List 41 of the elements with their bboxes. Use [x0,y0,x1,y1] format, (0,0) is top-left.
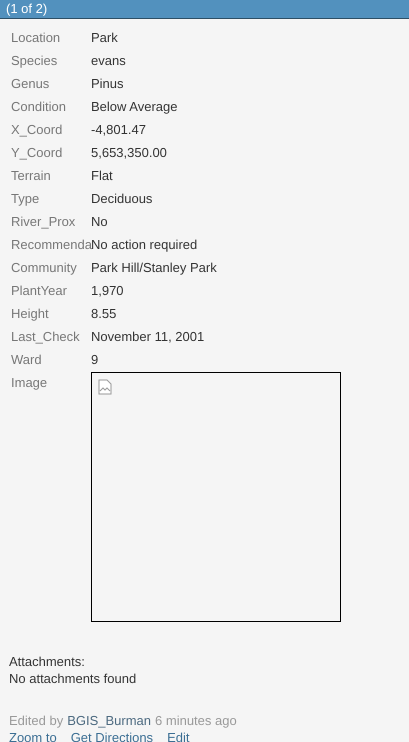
field-value: 8.55 [91,305,116,323]
field-label: Genus [10,75,50,93]
field-label: Ward [10,351,43,369]
field-label: Species [10,52,58,70]
record-count: (1 of 2) [6,0,48,18]
field-label: Recommenda [10,236,91,254]
field-value: Deciduous [91,190,152,208]
field-label: Community [10,259,78,277]
broken-image-icon [98,379,112,395]
field-value: No [91,213,108,231]
edited-time: 6 minutes ago [155,712,237,729]
field-label: Height [10,305,50,323]
field-label: Condition [10,98,67,116]
action-link[interactable]: Zoom to [9,729,57,742]
field-label: Image [10,374,48,392]
action-link[interactable]: Get Directions [70,729,154,742]
attachments-message: No attachments found [9,670,138,687]
action-link[interactable]: Edit [167,729,190,742]
field-value: -4,801.47 [91,121,146,139]
field-value: Park [91,29,118,47]
editor-name: BGIS_Burman [67,712,152,729]
field-label: River_Prox [10,213,76,231]
field-label: Last_Check [10,328,81,346]
field-value: 5,653,350.00 [91,144,167,162]
field-label: Location [10,29,62,47]
field-value: November 11, 2001 [91,328,204,346]
field-label: Terrain [10,167,52,185]
edited-by-text: Edited by [9,712,64,729]
attachments-title: Attachments: [9,653,86,670]
field-value: No action required [91,236,198,254]
field-value: Park Hill/Stanley Park [91,259,217,277]
field-label: Y_Coord [10,144,64,162]
field-value: 1,970 [91,282,124,300]
field-label: PlantYear [10,282,68,300]
field-label: X_Coord [10,121,64,139]
field-label: Type [10,190,40,208]
field-value: Flat [91,167,113,185]
field-value: 9 [91,351,98,369]
field-value: Below Average [91,98,178,116]
field-value: evans [91,52,126,70]
field-value: Pinus [91,75,124,93]
